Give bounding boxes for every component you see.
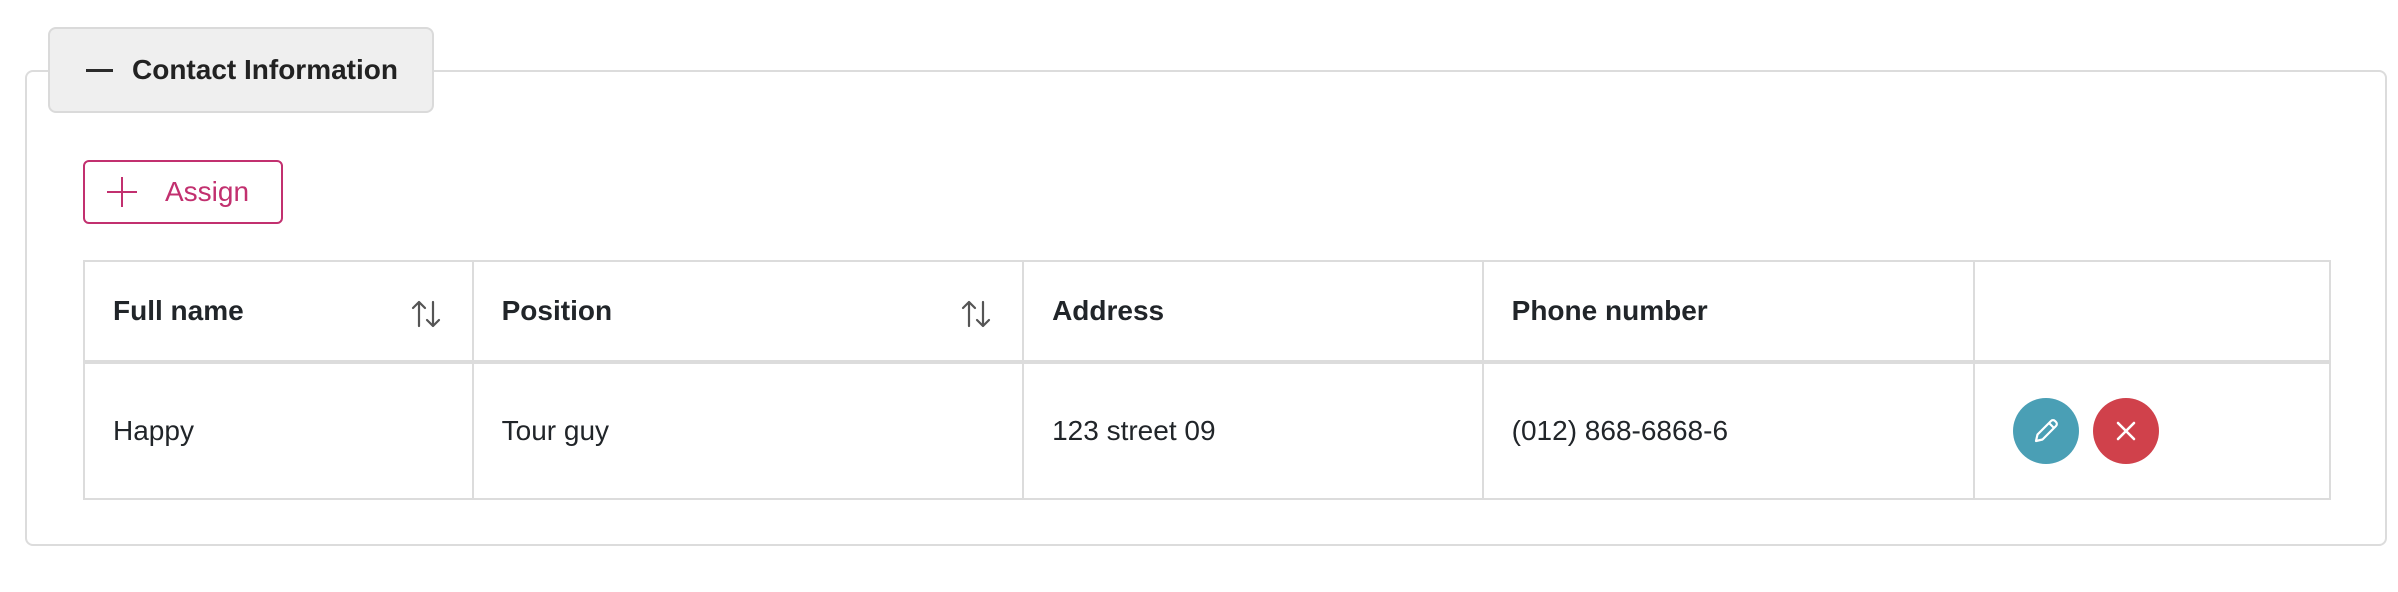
section-title: Contact Information [132, 54, 398, 85]
table-row: Happy Tour guy 123 street 09 (012) 868-6… [83, 361, 2331, 500]
assign-button[interactable]: Assign [83, 160, 283, 224]
edit-icon [2035, 419, 2059, 443]
column-header-label: Position [501, 295, 613, 326]
contacts-table: Full name Position Address Phone number [83, 260, 2331, 500]
cell-phone-number: (012) 868-6868-6 [1481, 361, 1976, 500]
column-header-full-name[interactable]: Full name [83, 260, 474, 364]
delete-button[interactable] [2093, 398, 2160, 464]
minus-icon[interactable] [86, 68, 113, 72]
column-header-label: Phone number [1511, 295, 1708, 326]
assign-button-label: Assign [165, 176, 250, 207]
cell-full-name: Happy [83, 361, 474, 500]
cell-actions [1973, 361, 2331, 500]
table-header-row: Full name Position Address Phone number [83, 260, 2331, 364]
cell-position: Tour guy [471, 361, 1025, 500]
column-header-phone-number: Phone number [1481, 260, 1976, 364]
column-header-label: Address [1052, 295, 1165, 326]
row-actions [1975, 398, 2329, 464]
close-icon [2116, 421, 2136, 441]
plus-icon [107, 177, 137, 207]
cell-address: 123 street 09 [1022, 361, 1484, 500]
edit-button[interactable] [2013, 398, 2080, 464]
section-header-toggle[interactable]: Contact Information [48, 27, 434, 113]
sort-icon[interactable] [960, 298, 992, 330]
column-header-actions [1973, 260, 2331, 364]
sort-icon[interactable] [410, 298, 442, 330]
column-header-label: Full name [113, 295, 244, 326]
column-header-position[interactable]: Position [471, 260, 1025, 364]
column-header-address: Address [1022, 260, 1484, 364]
